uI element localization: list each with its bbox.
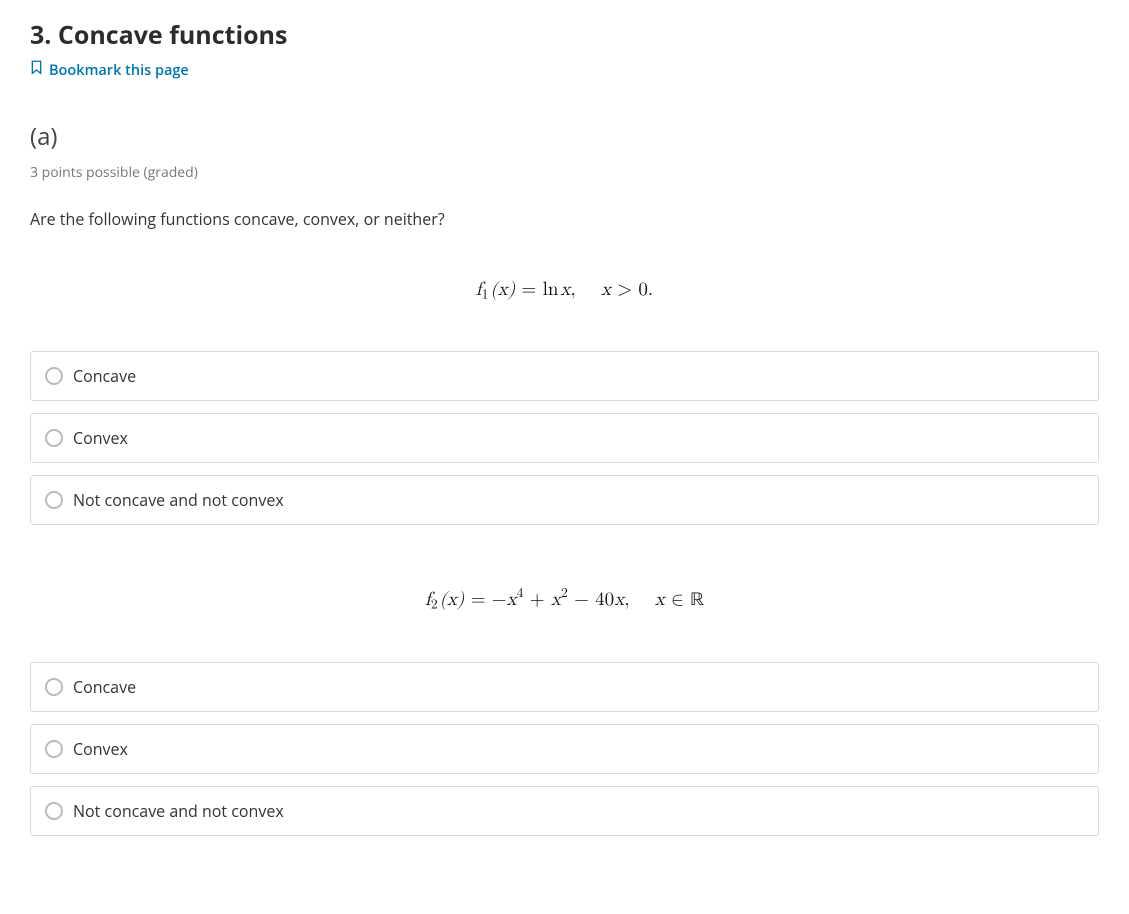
option-label: Convex — [73, 427, 128, 449]
radio-icon — [45, 740, 63, 758]
option-label: Not concave and not convex — [73, 800, 284, 822]
radio-option-q1-neither[interactable]: Not concave and not convex — [30, 475, 1099, 525]
radio-icon — [45, 802, 63, 820]
radio-icon — [45, 367, 63, 385]
radio-icon — [45, 491, 63, 509]
option-label: Concave — [73, 676, 136, 698]
equation-f1: f1 (x) = ln x, x > 0. — [30, 278, 1099, 303]
bookmark-icon — [30, 60, 43, 80]
radio-option-q2-neither[interactable]: Not concave and not convex — [30, 786, 1099, 836]
question-prompt: Are the following functions concave, con… — [30, 208, 1099, 230]
radio-option-q2-convex[interactable]: Convex — [30, 724, 1099, 774]
radio-icon — [45, 429, 63, 447]
option-label: Concave — [73, 365, 136, 387]
option-label: Convex — [73, 738, 128, 760]
points-possible: 3 points possible (graded) — [30, 163, 1099, 182]
page-title: 3. Concave functions — [30, 18, 1099, 52]
answers-q2: Concave Convex Not concave and not conve… — [30, 662, 1099, 836]
bookmark-label: Bookmark this page — [49, 61, 189, 80]
radio-icon — [45, 678, 63, 696]
option-label: Not concave and not convex — [73, 489, 284, 511]
bookmark-link[interactable]: Bookmark this page — [30, 60, 189, 80]
part-label: (a) — [30, 120, 1099, 153]
radio-option-q1-concave[interactable]: Concave — [30, 351, 1099, 401]
radio-option-q1-convex[interactable]: Convex — [30, 413, 1099, 463]
radio-option-q2-concave[interactable]: Concave — [30, 662, 1099, 712]
equation-f2: f2 (x) = −x4 + x2 − 40x, x ∈ ℝ — [30, 585, 1099, 614]
answers-q1: Concave Convex Not concave and not conve… — [30, 351, 1099, 525]
